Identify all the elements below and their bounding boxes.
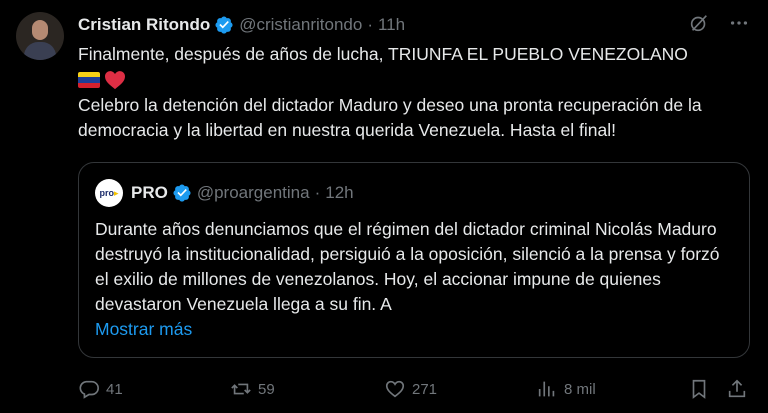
- like-button[interactable]: 271: [384, 378, 437, 400]
- show-more-link[interactable]: Mostrar más: [95, 319, 192, 339]
- share-icon: [728, 379, 746, 398]
- separator-dot: ·: [367, 15, 373, 34]
- author-handle[interactable]: @cristianritondo: [239, 15, 362, 35]
- bookmark-icon: [692, 379, 706, 399]
- bookmark-button[interactable]: [688, 378, 710, 400]
- reply-icon: [79, 380, 99, 399]
- quoted-tweet-header: pro ▸ PRO @proargentina · 12h: [95, 179, 354, 207]
- quoted-avatar-text: pro: [99, 188, 114, 198]
- views-button[interactable]: 8 mil: [536, 378, 596, 400]
- repost-button[interactable]: 59: [230, 378, 275, 400]
- tweet-body: Finalmente, después de años de lucha, TR…: [78, 42, 758, 143]
- tweet-time[interactable]: 11h: [378, 15, 405, 35]
- quoted-tweet-body: Durante años denunciamos que el régimen …: [95, 217, 735, 342]
- reply-button[interactable]: 41: [78, 378, 123, 400]
- verified-badge-icon: [173, 184, 191, 202]
- quoted-author-handle[interactable]: @proargentina: [197, 183, 310, 203]
- red-heart-emoji: [105, 71, 125, 90]
- quoted-tweet-time[interactable]: 12h: [325, 183, 353, 203]
- avatar-face: [32, 20, 48, 40]
- quoted-avatar: pro ▸: [95, 179, 123, 207]
- repost-count: 59: [258, 380, 275, 398]
- more-icon[interactable]: [728, 12, 750, 34]
- separator-dot: ·: [314, 183, 321, 202]
- avatar-shirt: [24, 42, 56, 60]
- views-count: 8 mil: [564, 380, 596, 398]
- like-icon: [385, 380, 405, 398]
- quoted-tweet-text: Durante años denunciamos que el régimen …: [95, 219, 720, 314]
- tweet-header: Cristian Ritondo @cristianritondo · 11h: [78, 12, 756, 38]
- share-button[interactable]: [726, 378, 748, 400]
- views-icon: [538, 381, 555, 397]
- author-avatar[interactable]: [16, 12, 64, 60]
- venezuela-flag-emoji: [78, 72, 100, 88]
- quoted-tweet[interactable]: pro ▸ PRO @proargentina · 12h Durante año…: [78, 162, 750, 358]
- reply-count: 41: [106, 380, 123, 398]
- action-bar: 41 59 271 8 mil: [78, 374, 750, 404]
- quoted-author-name[interactable]: PRO: [131, 183, 168, 203]
- emoji-row: [78, 67, 758, 93]
- repost-icon: [231, 383, 251, 395]
- grok-icon[interactable]: [688, 12, 710, 34]
- like-count: 271: [412, 380, 438, 398]
- tweet-line-2: Celebro la detención del dictador Maduro…: [78, 95, 702, 140]
- author-name[interactable]: Cristian Ritondo: [78, 15, 210, 35]
- tweet-line-1: Finalmente, después de años de lucha, TR…: [78, 44, 688, 64]
- verified-badge-icon: [215, 16, 233, 34]
